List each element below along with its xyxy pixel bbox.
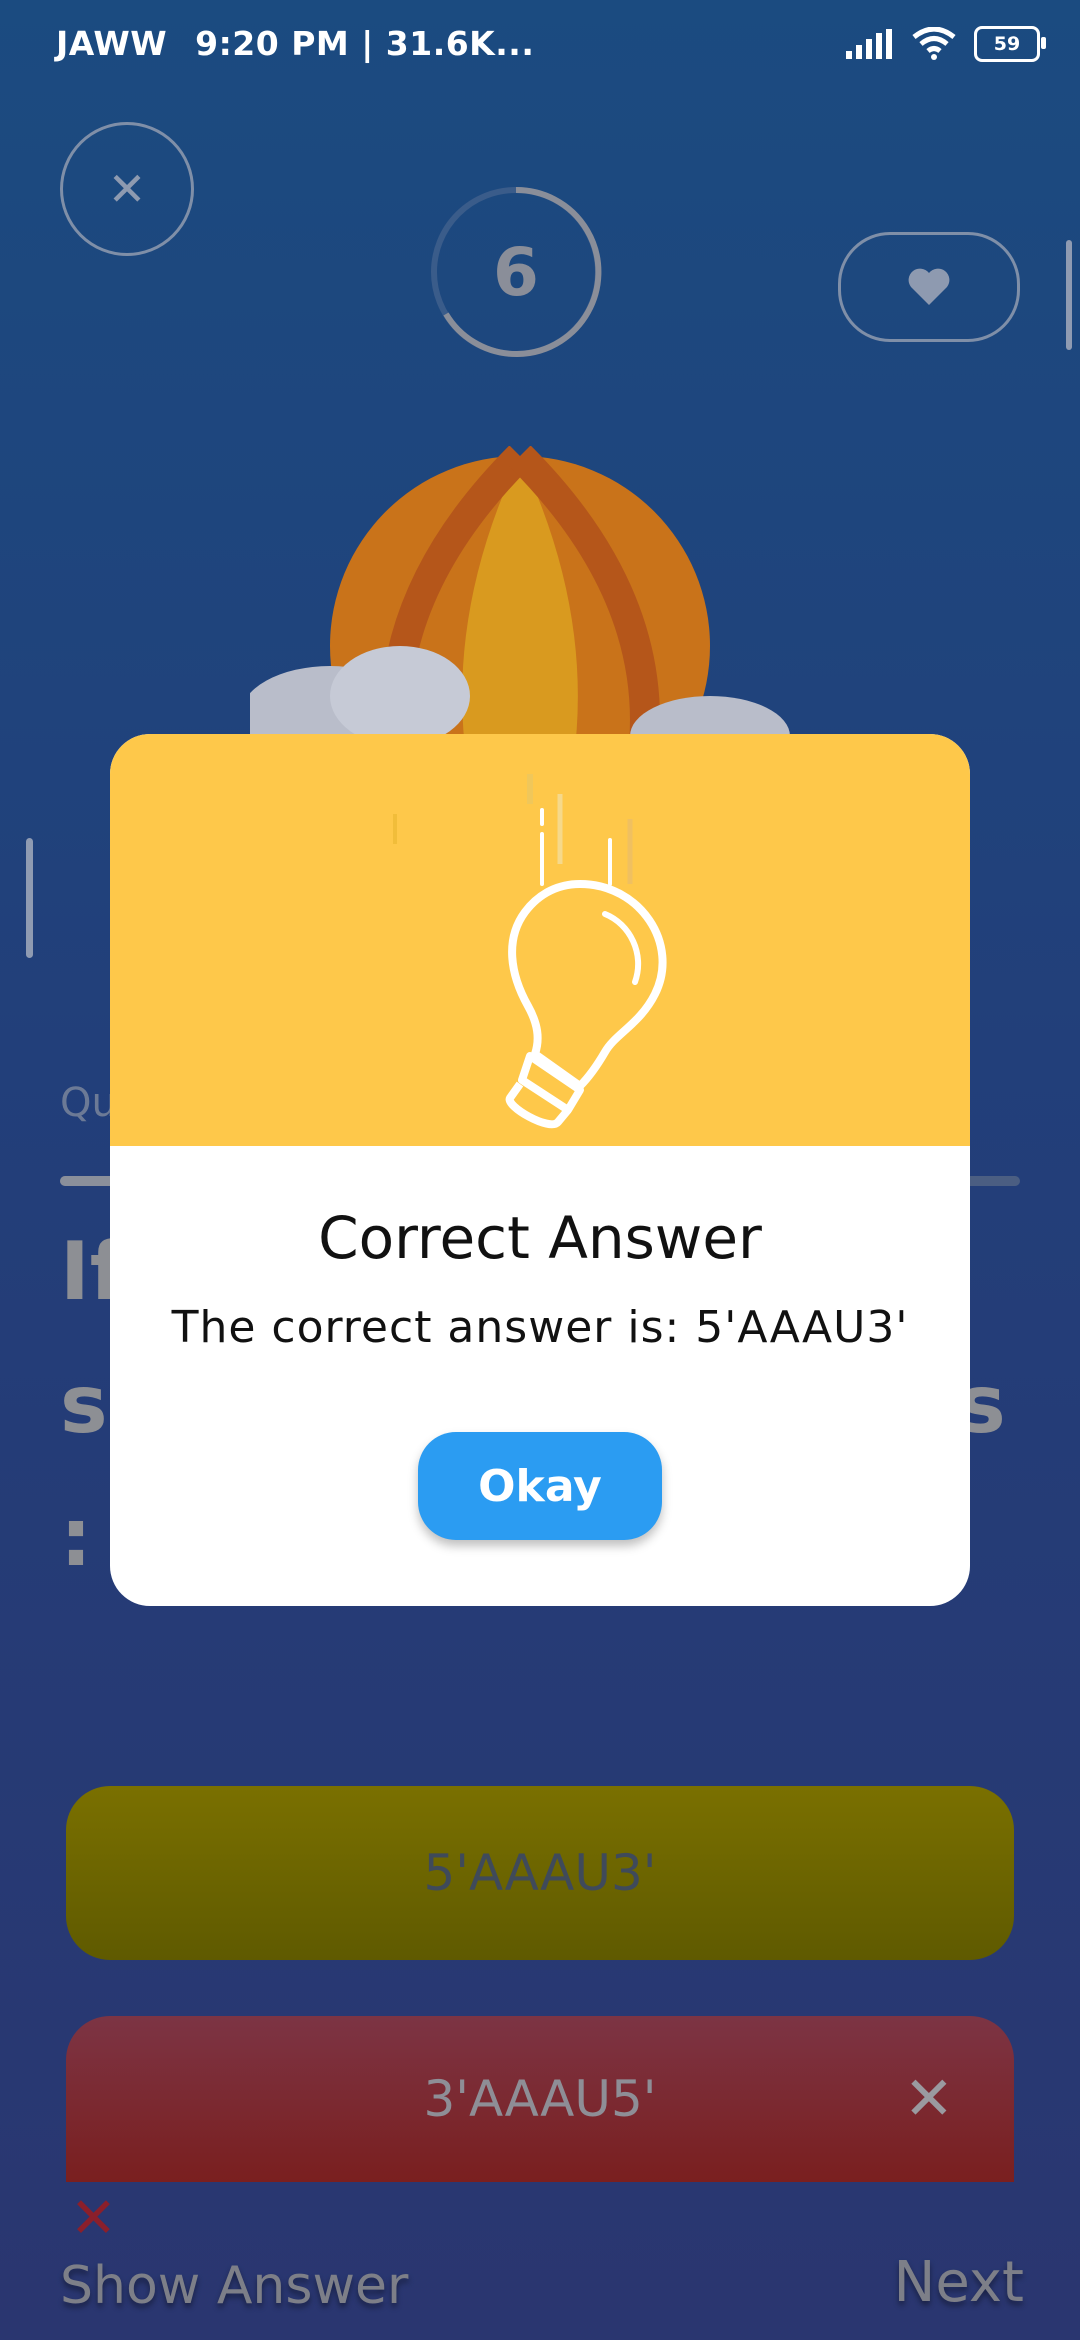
- signal-icon: [846, 29, 892, 59]
- carrier-name: JAWW: [56, 24, 168, 63]
- heart-icon: [908, 268, 950, 305]
- answer-option-1[interactable]: 5'AAAU3': [66, 1786, 1014, 1960]
- status-icons: 59: [846, 26, 1046, 62]
- battery-icon: 59: [974, 26, 1046, 62]
- show-answer-button[interactable]: Show Answer: [60, 2256, 408, 2316]
- dialog-title: Correct Answer: [318, 1204, 762, 1272]
- countdown-timer: 6: [428, 184, 604, 360]
- answer-option-1-label: 5'AAAU3': [423, 1844, 657, 1902]
- close-icon: ✕: [107, 162, 147, 216]
- scroll-indicator-left: [26, 838, 33, 958]
- status-bar: JAWW 9:20 PM | 31.6K... 59: [0, 0, 1080, 96]
- wifi-icon: [912, 27, 956, 60]
- answer-option-2[interactable]: 3'AAAU5' ✕: [66, 2016, 1014, 2182]
- okay-button[interactable]: Okay: [418, 1432, 662, 1540]
- timer-value: 6: [493, 233, 539, 311]
- answer-option-2-label: 3'AAAU5': [423, 2070, 657, 2128]
- next-button[interactable]: Next: [894, 2250, 1024, 2315]
- lives-button[interactable]: [838, 232, 1020, 342]
- close-button[interactable]: ✕: [60, 122, 194, 256]
- status-left: JAWW 9:20 PM | 31.6K...: [56, 24, 534, 63]
- battery-level: 59: [993, 33, 1021, 55]
- question-label: Qu: [60, 1080, 117, 1126]
- wrong-indicator-icon: ✕: [70, 2186, 117, 2251]
- correct-answer-dialog: Correct Answer The correct answer is: 5'…: [110, 734, 970, 1606]
- okay-button-label: Okay: [478, 1460, 602, 1512]
- light-bulb-icon: [393, 774, 667, 1129]
- dialog-header: [110, 734, 970, 1146]
- wrong-mark-icon: ✕: [903, 2064, 954, 2134]
- status-time: 9:20 PM | 31.6K...: [195, 24, 535, 63]
- dialog-message: The correct answer is: 5'AAAU3': [171, 1302, 909, 1353]
- scroll-indicator-right: [1066, 240, 1072, 350]
